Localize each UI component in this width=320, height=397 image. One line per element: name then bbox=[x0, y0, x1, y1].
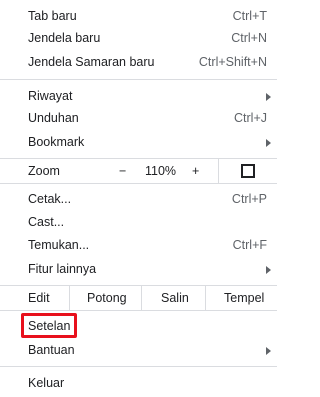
menu-item-new-incognito-window[interactable]: Jendela Samaran baru Ctrl+Shift+N bbox=[0, 50, 277, 74]
menu-item-more-tools[interactable]: Fitur lainnya bbox=[0, 257, 277, 281]
zoom-level: 110% bbox=[145, 164, 177, 178]
menu-item-exit[interactable]: Keluar bbox=[0, 371, 277, 395]
zoom-divider bbox=[218, 159, 219, 183]
zoom-in-button[interactable]: + bbox=[192, 159, 199, 183]
menu-item-bookmarks[interactable]: Bookmark bbox=[0, 130, 277, 154]
edit-label: Edit bbox=[28, 291, 50, 305]
edit-divider bbox=[141, 286, 142, 310]
edit-divider bbox=[69, 286, 70, 310]
menu-item-shortcut: Ctrl+Shift+N bbox=[198, 55, 267, 69]
menu-item-new-tab[interactable]: Tab baru Ctrl+T bbox=[0, 4, 277, 28]
edit-row: Edit Potong Salin Tempel bbox=[0, 285, 277, 311]
submenu-arrow-icon bbox=[266, 93, 271, 101]
menu-item-label: Keluar bbox=[28, 376, 65, 390]
zoom-row: Zoom − 110% + bbox=[0, 158, 277, 184]
menu-item-new-window[interactable]: Jendela baru Ctrl+N bbox=[0, 26, 277, 50]
browser-menu: Tab baru Ctrl+T Jendela baru Ctrl+N Jend… bbox=[0, 0, 277, 397]
submenu-arrow-icon bbox=[266, 266, 271, 274]
menu-separator bbox=[0, 79, 277, 80]
menu-item-shortcut: Ctrl+J bbox=[234, 111, 267, 125]
menu-item-shortcut: Ctrl+P bbox=[231, 192, 267, 206]
zoom-label: Zoom bbox=[28, 164, 60, 178]
menu-item-label: Fitur lainnya bbox=[28, 262, 97, 276]
menu-item-label: Riwayat bbox=[28, 89, 73, 103]
menu-item-label: Bookmark bbox=[28, 135, 85, 149]
menu-item-shortcut: Ctrl+T bbox=[232, 9, 267, 23]
settings-highlight-box bbox=[21, 313, 77, 338]
paste-button[interactable]: Tempel bbox=[224, 286, 264, 310]
menu-item-print[interactable]: Cetak... Ctrl+P bbox=[0, 187, 277, 211]
edit-divider bbox=[205, 286, 206, 310]
submenu-arrow-icon bbox=[266, 347, 271, 355]
menu-item-history[interactable]: Riwayat bbox=[0, 84, 277, 108]
menu-item-shortcut: Ctrl+N bbox=[231, 31, 267, 45]
cut-button[interactable]: Potong bbox=[87, 286, 127, 310]
menu-item-label: Bantuan bbox=[28, 343, 75, 357]
menu-item-shortcut: Ctrl+F bbox=[232, 238, 267, 252]
menu-separator bbox=[0, 366, 277, 367]
menu-item-find[interactable]: Temukan... Ctrl+F bbox=[0, 233, 277, 257]
menu-item-cast[interactable]: Cast... bbox=[0, 210, 277, 234]
menu-item-help[interactable]: Bantuan bbox=[0, 338, 277, 362]
submenu-arrow-icon bbox=[266, 139, 271, 147]
fullscreen-icon[interactable] bbox=[241, 164, 255, 178]
menu-item-label: Cast... bbox=[28, 215, 65, 229]
zoom-out-button[interactable]: − bbox=[119, 159, 126, 183]
menu-item-downloads[interactable]: Unduhan Ctrl+J bbox=[0, 106, 277, 130]
copy-button[interactable]: Salin bbox=[161, 286, 189, 310]
